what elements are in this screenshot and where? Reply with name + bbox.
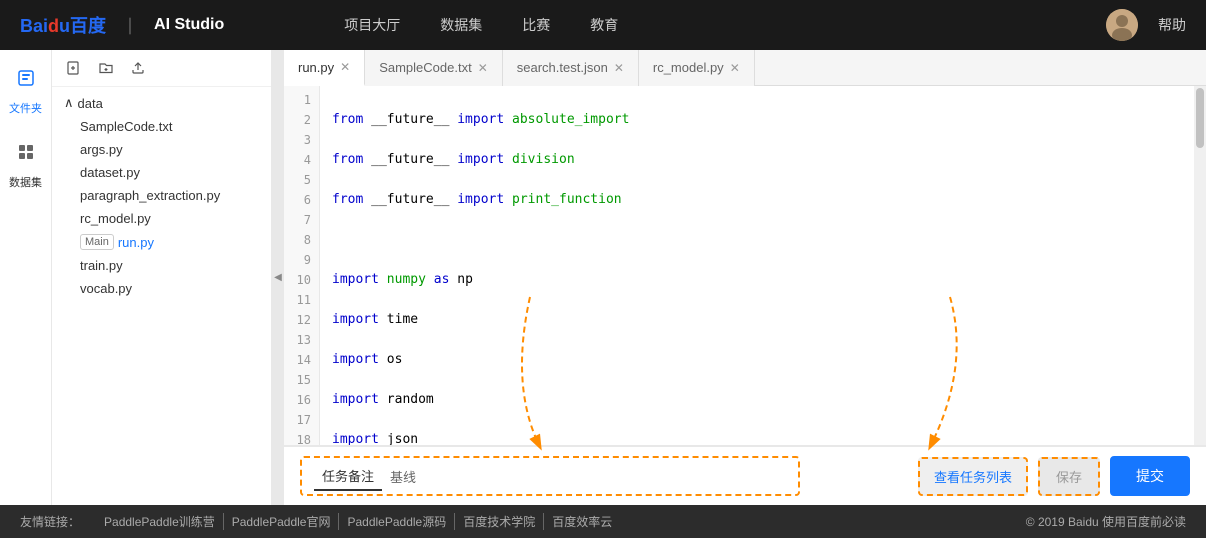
- scrollbar-thumb[interactable]: [1196, 88, 1204, 148]
- app-header: Baidu百度 ｜ AI Studio 项目大厅 数据集 比赛 教育 帮助: [0, 0, 1206, 50]
- folder-label: data: [78, 96, 103, 111]
- file-vocab[interactable]: vocab.py: [52, 277, 271, 300]
- file-run-label: run.py: [118, 235, 154, 250]
- nav-education[interactable]: 教育: [590, 15, 618, 35]
- code-editor[interactable]: 1234 5678 9101112 13141516 17181920 2122…: [284, 86, 1206, 445]
- tab-search-test[interactable]: search.test.json ✕: [503, 50, 639, 86]
- datasets-label: 数据集: [9, 174, 42, 190]
- tab-baseline[interactable]: 基线: [382, 463, 424, 490]
- logo: Baidu百度 ｜ AI Studio: [20, 12, 224, 38]
- line-numbers: 1234 5678 9101112 13141516 17181920 2122…: [284, 86, 320, 445]
- file-train[interactable]: train.py: [52, 254, 271, 277]
- file-samplecode[interactable]: SampleCode.txt: [52, 115, 271, 138]
- new-folder-button[interactable]: [96, 58, 116, 78]
- footer-link-cloud[interactable]: 百度效率云: [544, 513, 620, 530]
- file-paragraph[interactable]: paragraph_extraction.py: [52, 184, 271, 207]
- tab-search-test-close[interactable]: ✕: [614, 62, 624, 74]
- footer-link-training[interactable]: PaddlePaddle训练营: [96, 513, 224, 530]
- tab-task-notes[interactable]: 任务备注: [314, 462, 382, 491]
- tab-run-py[interactable]: run.py ✕: [284, 50, 365, 86]
- bottom-right-actions: 查看任务列表 保存 提交: [918, 456, 1190, 496]
- tab-run-py-close[interactable]: ✕: [340, 61, 350, 73]
- file-rcmodel[interactable]: rc_model.py: [52, 207, 271, 230]
- bottom-bar: 任务备注 基线 查看任务列表 保存 提交: [284, 445, 1206, 505]
- tab-rcmodel[interactable]: rc_model.py ✕: [639, 50, 755, 86]
- file-run-main[interactable]: Main run.py: [52, 230, 271, 254]
- tab-rcmodel-label: rc_model.py: [653, 60, 724, 75]
- collapse-panel-button[interactable]: ◀: [272, 50, 284, 505]
- editor-tabs: run.py ✕ SampleCode.txt ✕ search.test.js…: [284, 50, 1206, 86]
- upload-button[interactable]: [128, 58, 148, 78]
- scrollbar-track[interactable]: [1194, 86, 1206, 445]
- file-tree-toolbar: [52, 50, 271, 87]
- tab-samplecode-close[interactable]: ✕: [478, 62, 488, 74]
- sidebar-icons: 文件夹 数据集: [0, 50, 52, 505]
- code-container: 1234 5678 9101112 13141516 17181920 2122…: [284, 86, 1206, 445]
- file-tree-body: ∧ data SampleCode.txt args.py dataset.py…: [52, 87, 271, 505]
- footer-link-academy[interactable]: 百度技术学院: [455, 513, 544, 530]
- footer-link-source[interactable]: PaddlePaddle源码: [339, 513, 455, 530]
- task-notes-input[interactable]: [424, 469, 786, 484]
- code-lines: 1234 5678 9101112 13141516 17181920 2122…: [284, 86, 1206, 445]
- nav-competitions[interactable]: 比赛: [522, 15, 550, 35]
- main-content: 文件夹 数据集: [0, 50, 1206, 505]
- footer-copyright: © 2019 Baidu 使用百度前必读: [1026, 513, 1186, 530]
- logo-divider: ｜: [122, 13, 138, 37]
- file-tree: ∧ data SampleCode.txt args.py dataset.py…: [52, 50, 272, 505]
- app-name: AI Studio: [154, 16, 224, 34]
- footer-links: PaddlePaddle训练营 PaddlePaddle官网 PaddlePad…: [96, 513, 620, 530]
- files-label: 文件夹: [9, 100, 42, 116]
- nav-datasets[interactable]: 数据集: [440, 15, 482, 35]
- datasets-icon[interactable]: [8, 134, 44, 170]
- sidebar-datasets-section[interactable]: 数据集: [8, 134, 44, 190]
- folder-data[interactable]: ∧ data: [52, 91, 271, 115]
- avatar[interactable]: [1106, 9, 1138, 41]
- baidu-logo: Baidu百度: [20, 12, 106, 38]
- new-file-button[interactable]: [64, 58, 84, 78]
- main-badge: Main: [80, 234, 114, 250]
- editor-area: run.py ✕ SampleCode.txt ✕ search.test.js…: [284, 50, 1206, 505]
- bottom-input-area: 任务备注 基线: [300, 456, 800, 496]
- submit-button[interactable]: 提交: [1110, 456, 1190, 496]
- code-content: from __future__ import absolute_import f…: [320, 86, 1206, 445]
- sidebar-files-section[interactable]: 文件夹: [8, 60, 44, 116]
- tab-run-py-label: run.py: [298, 60, 334, 75]
- view-task-button[interactable]: 查看任务列表: [918, 457, 1028, 496]
- tab-rcmodel-close[interactable]: ✕: [730, 62, 740, 74]
- save-button[interactable]: 保存: [1038, 457, 1100, 496]
- header-right: 帮助: [1106, 9, 1186, 41]
- tab-samplecode[interactable]: SampleCode.txt ✕: [365, 50, 503, 86]
- files-icon[interactable]: [8, 60, 44, 96]
- footer-label: 友情链接：: [20, 513, 80, 530]
- footer-link-official[interactable]: PaddlePaddle官网: [224, 513, 340, 530]
- footer: 友情链接： PaddlePaddle训练营 PaddlePaddle官网 Pad…: [0, 505, 1206, 538]
- nav-projects[interactable]: 项目大厅: [344, 15, 400, 35]
- main-nav: 项目大厅 数据集 比赛 教育: [344, 15, 618, 35]
- tab-samplecode-label: SampleCode.txt: [379, 60, 472, 75]
- tab-search-test-label: search.test.json: [517, 60, 608, 75]
- help-link[interactable]: 帮助: [1158, 15, 1186, 35]
- file-dataset[interactable]: dataset.py: [52, 161, 271, 184]
- file-args[interactable]: args.py: [52, 138, 271, 161]
- chevron-down-icon: ∧: [64, 95, 74, 111]
